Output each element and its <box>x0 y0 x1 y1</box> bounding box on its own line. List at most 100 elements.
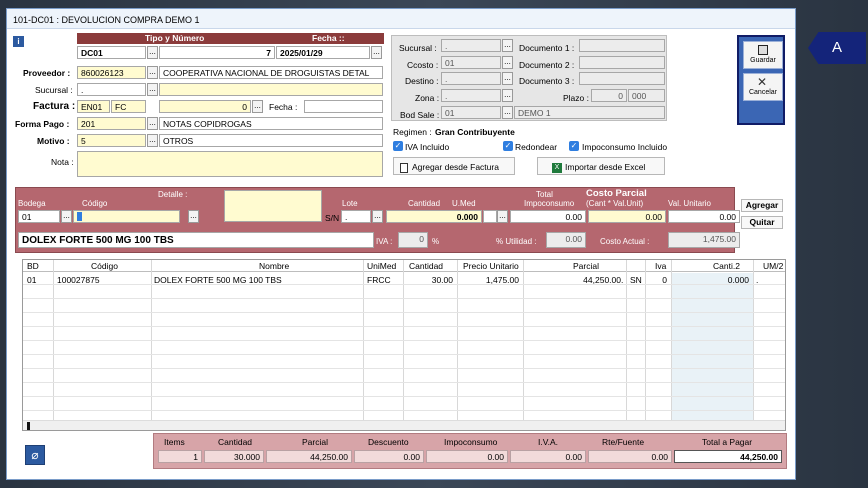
bodega-field[interactable]: 01 <box>18 210 60 223</box>
sucursal-field[interactable]: . <box>77 83 146 96</box>
agregar-factura-button[interactable]: Agregar desde Factura <box>393 157 515 175</box>
fecha-field[interactable]: 2025/01/29 <box>276 46 370 59</box>
tipo-field[interactable]: DC01 <box>77 46 146 59</box>
cell-parcial: 44,250.00 <box>583 275 621 285</box>
agregar-button[interactable]: Agregar <box>741 199 783 212</box>
tipo-lookup-button[interactable]: ... <box>147 46 158 59</box>
zona-field[interactable]: . <box>441 89 501 102</box>
costo-actual-label: Costo Actual : <box>600 237 650 246</box>
cancelar-button[interactable]: ✕ Cancelar <box>743 73 783 101</box>
parcial-total-label: Parcial <box>302 437 328 447</box>
rte-total-label: Rte/Fuente <box>602 437 645 447</box>
iva-incluido-checkbox[interactable]: ✓ <box>393 141 403 151</box>
col-canti2[interactable]: Canti.2 <box>713 261 740 271</box>
factura-lookup-button[interactable]: ... <box>252 100 263 113</box>
zona-lookup[interactable]: ... <box>502 89 513 102</box>
bodsale-field[interactable]: 01 <box>441 106 501 119</box>
doc3-label: Documento 3 : <box>519 76 575 86</box>
factura-type-field[interactable]: FC <box>111 100 146 113</box>
redondear-checkbox[interactable]: ✓ <box>503 141 513 151</box>
info-sucursal-lookup[interactable]: ... <box>502 39 513 52</box>
col-cantidad[interactable]: Cantidad <box>409 261 443 271</box>
bodsale-lookup[interactable]: ... <box>502 106 513 119</box>
save-icon <box>758 45 768 55</box>
total-pagar-label: Total a Pagar <box>702 437 753 447</box>
plazo-field-a[interactable]: 0 <box>591 89 627 102</box>
table-row[interactable]: 01 100027875 DOLEX FORTE 500 MG 100 TBS … <box>23 273 785 285</box>
detail-entry-panel: Bodega Código Detalle : Lote Cantidad U.… <box>15 187 740 253</box>
motivo-code-field[interactable]: 5 <box>77 134 146 147</box>
cell-iva: 0 <box>662 275 667 285</box>
doc2-field[interactable] <box>579 56 665 69</box>
proveedor-code-field[interactable]: 860026123 <box>77 66 146 79</box>
codigo-field[interactable] <box>73 210 180 223</box>
motivo-name-field[interactable]: OTROS <box>159 134 383 147</box>
total-pagar: 44,250.00 <box>674 450 782 463</box>
factura-prefix-field[interactable]: EN01 <box>77 100 110 113</box>
lote-lookup[interactable]: ... <box>372 210 383 223</box>
forma-pago-label: Forma Pago : <box>15 119 70 129</box>
scrollbar-thumb[interactable] <box>27 422 30 430</box>
destino-lookup[interactable]: ... <box>502 72 513 85</box>
agregar-factura-label: Agregar desde Factura <box>412 162 499 172</box>
cantidad-field[interactable]: 0.000 <box>386 210 482 223</box>
bodega-lookup[interactable]: ... <box>61 210 72 223</box>
destino-field[interactable]: . <box>441 72 501 85</box>
ccosto-label: Ccosto : <box>407 60 439 70</box>
col-nombre[interactable]: Nombre <box>259 261 289 271</box>
factura-number-field[interactable]: 0 <box>159 100 251 113</box>
col-um2[interactable]: UM/2 <box>763 261 783 271</box>
motivo-lookup-button[interactable]: ... <box>147 134 158 147</box>
lote-field[interactable]: . <box>341 210 371 223</box>
h-total-impo-2: Impoconsumo <box>524 199 575 208</box>
numero-field[interactable]: 7 <box>159 46 275 59</box>
ccosto-field[interactable]: 01 <box>441 56 501 69</box>
costo-parcial-field[interactable]: 0.00 <box>588 210 666 223</box>
guardar-label: Guardar <box>750 57 776 64</box>
doc1-field[interactable] <box>579 39 665 52</box>
forma-pago-code-field[interactable]: 201 <box>77 117 146 130</box>
nota-field[interactable] <box>77 151 383 177</box>
iva-field[interactable]: 0 <box>398 232 428 248</box>
h-total-impo-1: Total <box>536 190 553 199</box>
info-icon[interactable]: i <box>13 36 24 47</box>
proveedor-lookup-button[interactable]: ... <box>147 66 158 79</box>
quitar-button[interactable]: Quitar <box>741 216 783 229</box>
col-unimed[interactable]: UniMed <box>367 261 396 271</box>
umed-lookup[interactable]: ... <box>497 210 508 223</box>
sucursal-name-field[interactable] <box>159 83 383 96</box>
detalle-field[interactable] <box>224 190 322 222</box>
codigo-lookup[interactable]: ... <box>188 210 199 223</box>
importar-excel-label: Importar desde Excel <box>565 162 646 172</box>
guardar-button[interactable]: Guardar <box>743 41 783 69</box>
plazo-field-b[interactable]: 000 <box>628 89 665 102</box>
sucursal-lookup-button[interactable]: ... <box>147 83 158 96</box>
doc3-field[interactable] <box>579 72 665 85</box>
bodsale-name-field[interactable]: DEMO 1 <box>514 106 665 119</box>
cell-um2: . <box>756 275 759 285</box>
col-bd[interactable]: BD <box>27 261 39 271</box>
descuento-total-label: Descuento <box>368 437 409 447</box>
info-sucursal-field[interactable]: . <box>441 39 501 52</box>
window-title: 101-DC01 : DEVOLUCION COMPRA DEMO 1 <box>7 9 795 29</box>
forma-pago-lookup-button[interactable]: ... <box>147 117 158 130</box>
fecha-picker-button[interactable]: ... <box>371 46 382 59</box>
attach-button[interactable]: ⌀ <box>25 445 45 465</box>
importar-excel-button[interactable]: X Importar desde Excel <box>537 157 665 175</box>
factura-fecha-field[interactable] <box>304 100 383 113</box>
col-precio[interactable]: Precio Unitario <box>463 261 519 271</box>
horizontal-scrollbar[interactable] <box>23 420 785 430</box>
col-parcial[interactable]: Parcial <box>573 261 599 271</box>
proveedor-name-field[interactable]: COOPERATIVA NACIONAL DE DROGUISTAS DETAL <box>159 66 383 79</box>
descuento-total: 0.00 <box>354 450 424 463</box>
forma-pago-name-field[interactable]: NOTAS COPIDROGAS <box>159 117 383 130</box>
col-iva[interactable]: Iva <box>655 261 666 271</box>
col-codigo[interactable]: Código <box>91 261 118 271</box>
total-impo-field[interactable]: 0.00 <box>510 210 586 223</box>
umed-field[interactable] <box>483 210 497 223</box>
impoconsumo-checkbox[interactable]: ✓ <box>569 141 579 151</box>
impoconsumo-label: Impoconsumo Incluido <box>582 142 668 152</box>
ccosto-lookup[interactable]: ... <box>502 56 513 69</box>
utilidad-field[interactable]: 0.00 <box>546 232 586 248</box>
val-unitario-field[interactable]: 0.00 <box>668 210 740 223</box>
